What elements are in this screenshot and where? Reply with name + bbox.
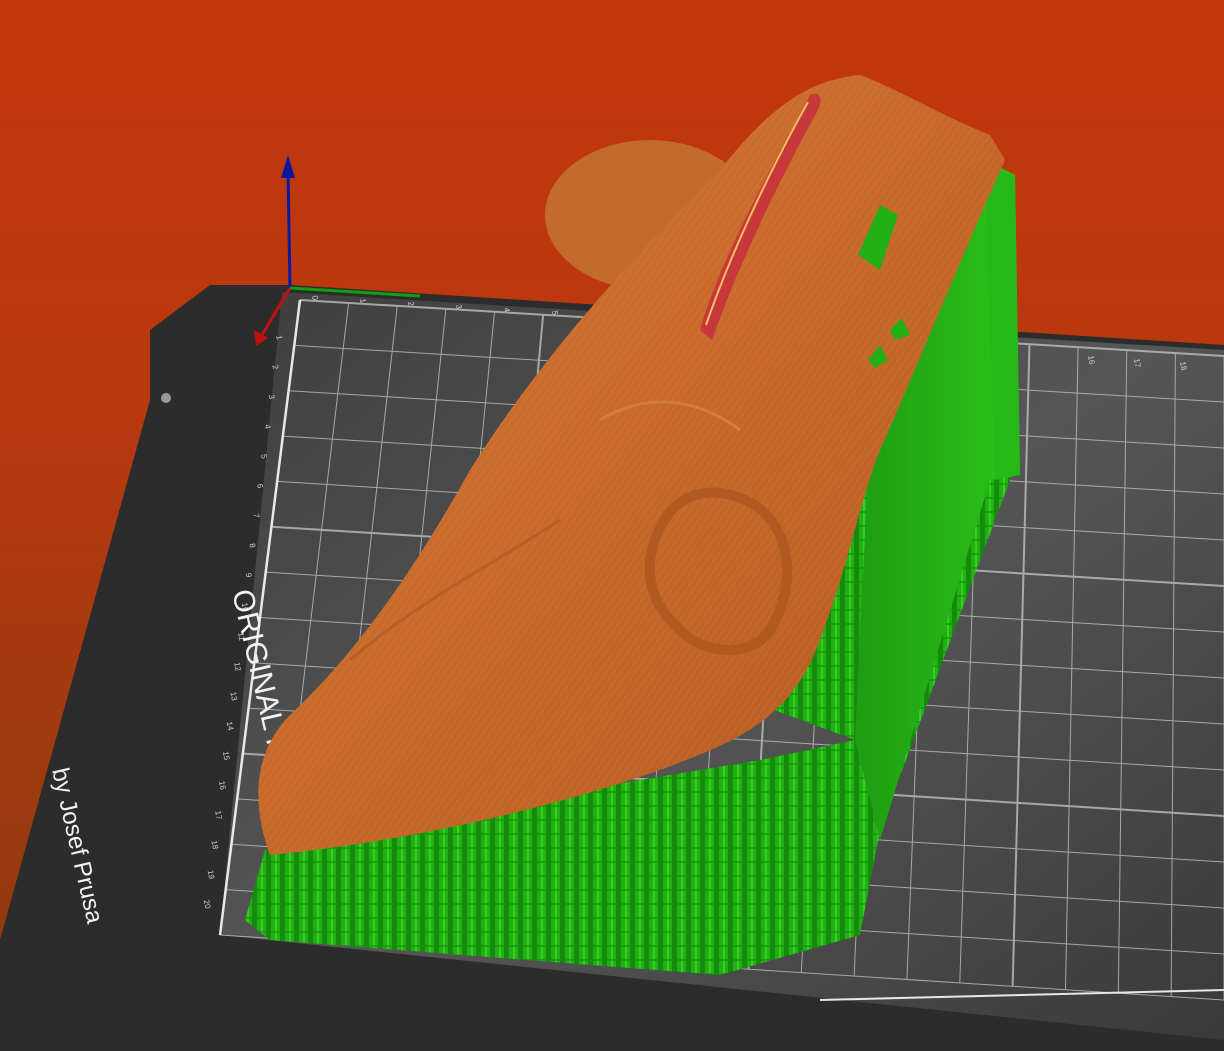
3d-viewport[interactable]: 012345 1 2 3 4 5 6 7 8 9 10 11 12 13 14 15 16 17 18 19 20 1… xyxy=(0,0,1224,1051)
axis-z-arrow-icon xyxy=(281,155,295,178)
bed-mount-hole xyxy=(161,393,171,403)
axis-z xyxy=(286,169,292,289)
scene-canvas[interactable]: 012345 1234567891011121314151617181920 1… xyxy=(0,0,1224,1051)
